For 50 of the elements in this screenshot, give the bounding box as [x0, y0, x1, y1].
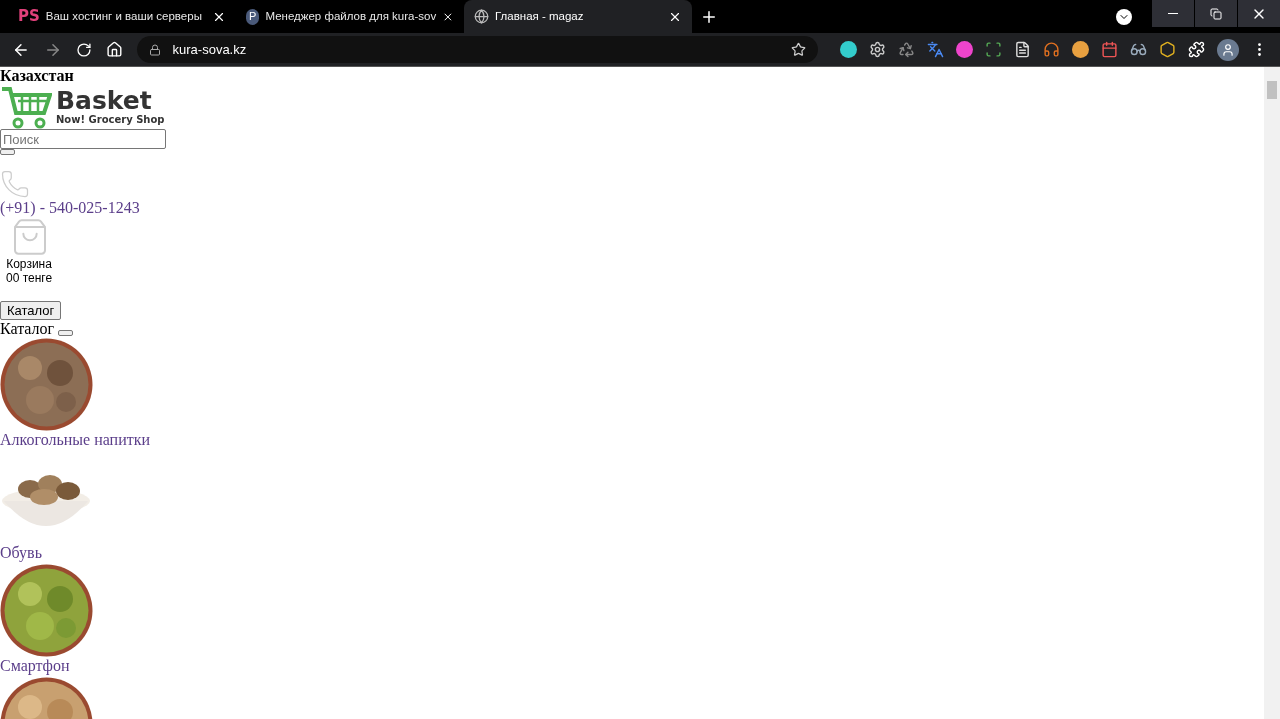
search-field[interactable]: Поиск	[0, 129, 166, 149]
tab-title: Менеджер файлов для kura-sov	[265, 8, 437, 24]
cart-total: 00 тенге	[6, 271, 53, 285]
region-heading: Казахстан	[0, 67, 74, 84]
recycle-icon[interactable]	[898, 41, 915, 58]
browser-tab[interactable]: PS Ваш хостинг и ваши серверы	[8, 0, 236, 33]
phone-icon	[0, 169, 30, 199]
frame-icon[interactable]	[985, 41, 1002, 58]
category-link[interactable]: Обувь	[0, 544, 42, 562]
phone-link[interactable]: (+91) - 540-025-1243	[0, 199, 140, 217]
bookmark-star-icon[interactable]	[791, 42, 806, 57]
headphones-icon[interactable]	[1043, 41, 1060, 58]
catalog-button[interactable]: Каталог	[0, 301, 62, 320]
gear-icon[interactable]	[869, 41, 886, 58]
puzzle-icon[interactable]	[1188, 41, 1205, 58]
hexagon-icon[interactable]	[1159, 41, 1176, 58]
search-button[interactable]	[0, 149, 15, 155]
globe-icon	[474, 9, 489, 24]
cart-icon	[0, 84, 52, 129]
close-button[interactable]	[1238, 0, 1280, 27]
restore-button[interactable]	[1195, 0, 1237, 27]
url-text: kura-sova.kz	[172, 40, 248, 59]
logo-tagline: Now! Grocery Shop	[56, 113, 165, 126]
minimize-icon	[1168, 13, 1178, 14]
calendar-icon[interactable]	[1101, 41, 1118, 58]
avatar-icon[interactable]	[1217, 38, 1239, 61]
reload-icon[interactable]	[75, 41, 92, 58]
glasses-icon[interactable]	[1130, 41, 1147, 58]
home-icon[interactable]	[105, 41, 123, 58]
category-link[interactable]: Смартфон	[0, 657, 70, 675]
document-icon[interactable]	[1014, 41, 1031, 58]
catalog-toggle-button[interactable]	[58, 330, 74, 336]
translate-icon[interactable]	[927, 41, 944, 58]
category-link[interactable]: Алкогольные напитки	[0, 431, 151, 449]
address-bar[interactable]: kura-sova.kz	[136, 36, 818, 63]
catalog-heading: Каталог	[0, 320, 55, 338]
logo-name: Basket	[56, 87, 153, 114]
tab-favicon: P	[246, 8, 260, 25]
tab-title: Ваш хостинг и ваши серверы	[45, 8, 203, 24]
scrollbar[interactable]	[1264, 67, 1280, 719]
logo[interactable]: Basket Now! Grocery Shop	[0, 84, 165, 129]
lock-icon	[148, 43, 161, 56]
browser-tab[interactable]: Главная - magaz	[464, 0, 692, 33]
browser-tab[interactable]: P Менеджер файлов для kura-sov	[236, 0, 464, 33]
tab-search-icon[interactable]	[1116, 8, 1132, 25]
tab-title: Главная - magaz	[495, 8, 585, 24]
restore-icon	[1210, 7, 1222, 20]
tab-favicon: PS	[18, 6, 40, 28]
cart-label: Корзина	[6, 257, 52, 271]
person-icon	[1221, 42, 1235, 57]
